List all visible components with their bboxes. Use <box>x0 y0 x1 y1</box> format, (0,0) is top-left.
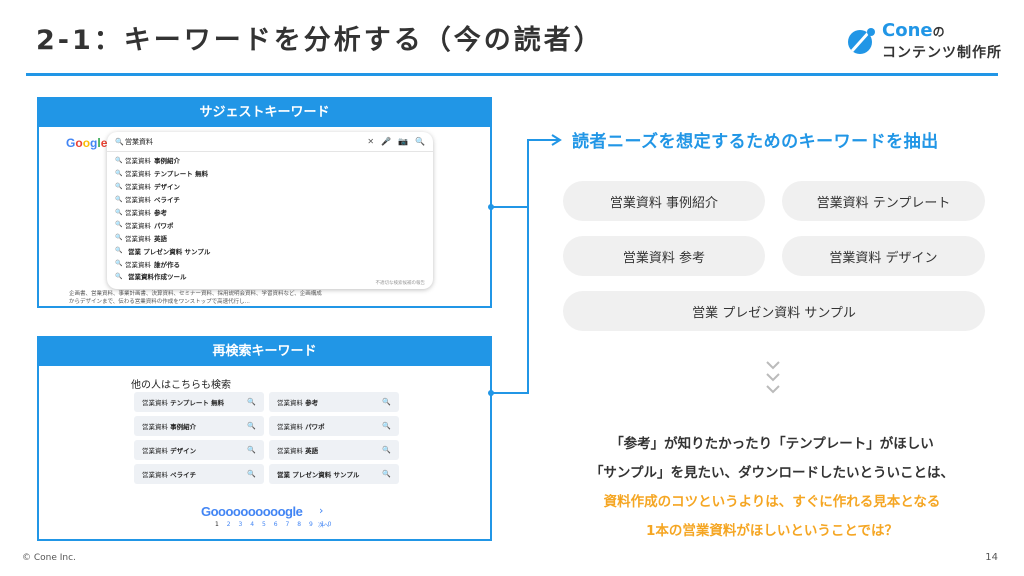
conclusion-line-accent: 1本の営業資料がほしいということでは？ <box>646 523 898 539</box>
conclusion-text: 「参考」が知りたかったり「テンプレート」がほしい 「サンプル」を見たい、ダウンロ… <box>560 430 984 546</box>
extract-title: 読者ニーズを想定するためのキーワードを抽出 <box>572 132 939 152</box>
keyword-pill: 営業資料 参考 <box>563 236 765 276</box>
triple-chevron-down-icon <box>766 361 780 394</box>
keyword-pill: 営業 プレゼン資料 サンプル <box>563 291 985 331</box>
conclusion-line-accent: 資料作成のコツというよりは、すぐに作れる見本となる <box>603 494 941 510</box>
copyright: © Cone Inc. <box>22 553 76 563</box>
connector-line-bottom <box>491 207 529 394</box>
keyword-pill: 営業資料 デザイン <box>782 236 985 276</box>
keyword-pill: 営業資料 事例紹介 <box>563 181 765 221</box>
conclusion-line: 「参考」が知りたかったり「テンプレート」がほしい <box>610 436 934 452</box>
page-number: 14 <box>985 552 998 563</box>
keyword-pill: 営業資料 テンプレート <box>782 181 985 221</box>
connector-line-top <box>491 139 558 208</box>
conclusion-line: 「サンプル」を見たい、ダウンロードしたいとういことは、 <box>589 465 955 481</box>
